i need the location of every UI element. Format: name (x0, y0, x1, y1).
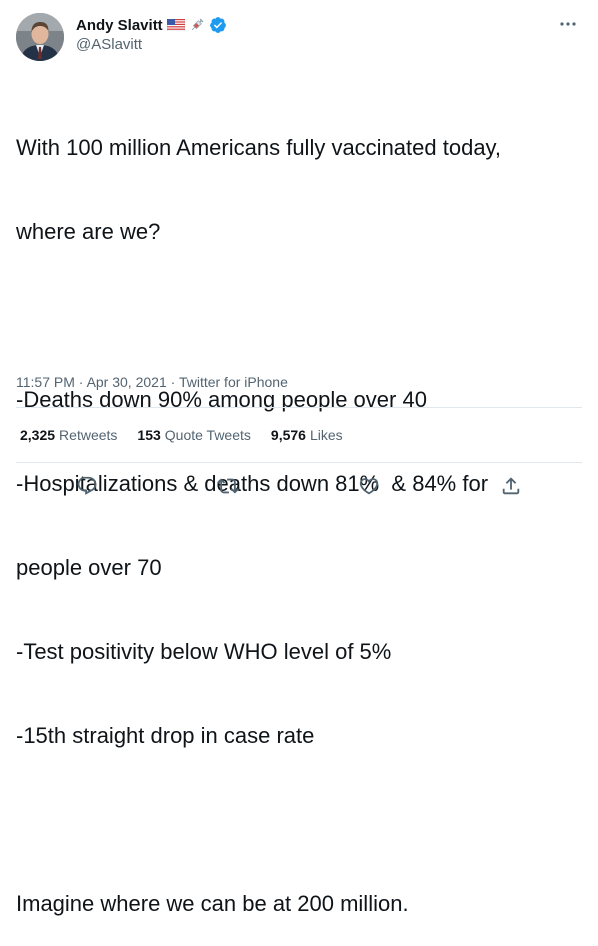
tweet-line: -Deaths down 90% among people over 40 (16, 387, 427, 412)
heart-icon (359, 478, 379, 495)
name-row: Andy Slavitt (76, 15, 227, 35)
share-button[interactable] (498, 473, 524, 499)
retweet-button[interactable] (215, 473, 241, 499)
tweet-line: where are we? (16, 219, 161, 244)
author-handle[interactable]: @ASlavitt (76, 36, 227, 53)
likes-stat[interactable]: 9,576 Likes (271, 427, 343, 443)
us-flag-icon (166, 19, 185, 31)
quote-tweets-stat[interactable]: 153 Quote Tweets (137, 427, 251, 443)
reply-icon (77, 476, 97, 495)
tweet-source[interactable]: Twitter for iPhone (179, 374, 288, 390)
author-display-name[interactable]: Andy Slavitt (76, 17, 163, 34)
likes-count: 9,576 (270, 427, 306, 443)
reply-button[interactable] (74, 473, 100, 499)
avatar[interactable] (16, 13, 64, 61)
tweet-actions (0, 473, 598, 499)
tweet-text: With 100 million Americans fully vaccina… (16, 78, 576, 946)
divider-top (16, 407, 582, 408)
syringe-icon (189, 17, 205, 33)
share-icon (502, 477, 520, 495)
tweet-line: With 100 million Americans fully vaccina… (16, 135, 502, 160)
tweet-time[interactable]: 11:57 PM (16, 374, 75, 390)
retweet-icon (217, 478, 239, 494)
tweet-line: -15th straight drop in case rate (16, 723, 315, 748)
quote-tweets-label: Quote Tweets (164, 427, 251, 443)
tweet-line: people over 70 (16, 555, 162, 580)
retweets-stat[interactable]: 2,325 Retweets (20, 427, 117, 443)
tweet-line: -Test positivity below WHO level of 5% (16, 639, 392, 664)
tweet-date[interactable]: Apr 30, 2021 (87, 374, 167, 390)
quote-tweets-count: 153 (137, 427, 161, 443)
like-button[interactable] (356, 473, 382, 499)
tweet-meta: 11:57 PM · Apr 30, 2021 · Twitter for iP… (16, 374, 288, 390)
author-header: Andy Slavitt @ASlavitt (76, 15, 227, 53)
divider-bottom (16, 462, 582, 463)
retweets-label: Retweets (59, 427, 118, 443)
meta-separator: · (170, 374, 179, 390)
more-dots-icon (560, 22, 576, 26)
avatar-image (16, 13, 64, 61)
likes-label: Likes (309, 427, 343, 443)
tweet-line: Imagine where we can be at 200 million. (16, 891, 409, 916)
verified-badge-icon (209, 16, 227, 34)
tweet-stats: 2,325 Retweets 153 Quote Tweets 9,576 Likes (20, 427, 343, 443)
more-options-button[interactable] (556, 12, 580, 36)
meta-separator: · (78, 374, 87, 390)
retweets-count: 2,325 (20, 427, 56, 443)
